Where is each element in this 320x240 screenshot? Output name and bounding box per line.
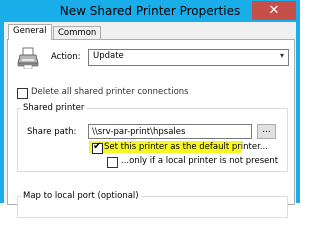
action-label: Action: bbox=[51, 52, 81, 62]
only-if-local-checkbox[interactable] bbox=[107, 157, 118, 168]
tab-general[interactable]: General bbox=[8, 24, 52, 40]
map-local-port-title: Map to local port (optional) bbox=[21, 191, 141, 201]
shared-printer-group-title: Shared printer bbox=[21, 103, 87, 113]
set-default-label: Set this printer as the default printer.… bbox=[104, 142, 268, 152]
close-icon: ✕ bbox=[268, 3, 280, 18]
tab-common-label: Common bbox=[58, 28, 97, 38]
checkmark-icon: ✔ bbox=[93, 141, 102, 152]
share-path-label: Share path: bbox=[27, 127, 77, 137]
delete-all-checkbox[interactable] bbox=[17, 88, 28, 99]
set-default-checkbox[interactable]: ✔ bbox=[92, 141, 103, 154]
browse-button[interactable]: ... bbox=[257, 124, 276, 139]
title-bar: New Shared Printer Properties ✕ bbox=[0, 0, 300, 22]
chevron-down-icon: ▾ bbox=[279, 51, 284, 60]
tab-common[interactable]: Common bbox=[53, 26, 102, 40]
delete-all-label: Delete all shared printer connections bbox=[31, 87, 189, 97]
tab-general-label: General bbox=[13, 26, 47, 36]
share-path-input[interactable]: \\srv-par-print\hpsales bbox=[88, 124, 252, 139]
action-dropdown[interactable]: Update ▾ bbox=[88, 49, 289, 66]
close-button[interactable]: ✕ bbox=[252, 1, 296, 20]
printer-icon bbox=[17, 47, 39, 69]
only-if-local-label: ...only if a local printer is not presen… bbox=[121, 156, 279, 166]
action-value: Update bbox=[93, 51, 124, 61]
